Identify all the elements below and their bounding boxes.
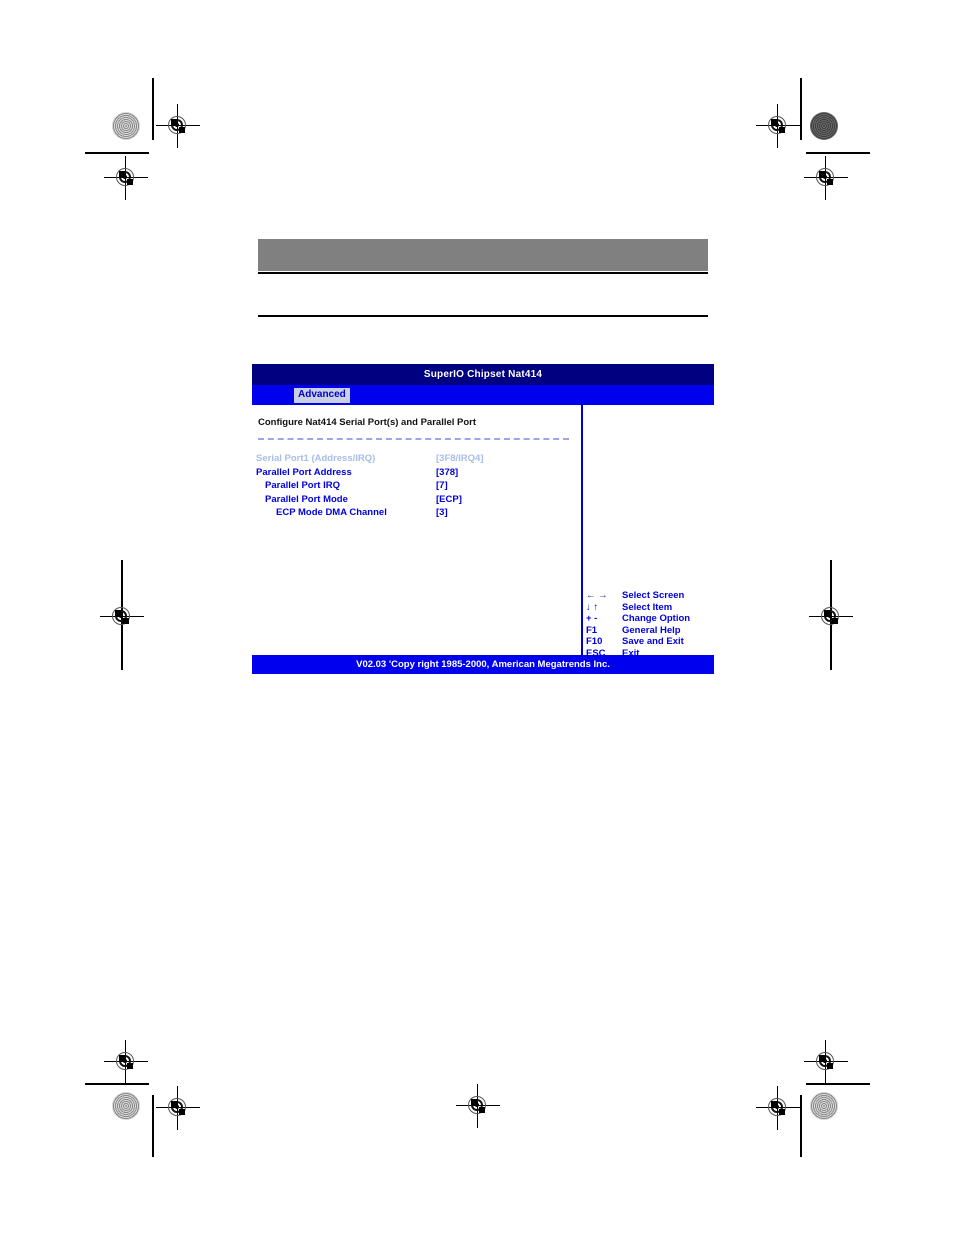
registration-mark-bl-lower — [156, 1086, 200, 1130]
registration-mark-br-lower — [756, 1086, 800, 1130]
bios-body: Configure Nat414 Serial Port(s) and Para… — [252, 405, 714, 659]
header-rule — [258, 272, 708, 274]
bios-key-description: Change Option — [622, 613, 691, 624]
registration-mark-tl-lower — [104, 156, 148, 200]
bios-key-description: Exit — [622, 647, 640, 659]
registration-mark-br-upper — [804, 1040, 848, 1084]
bios-key-legend-row: ← → Select Screen — [586, 590, 690, 602]
bios-key-description: General Help — [622, 624, 681, 636]
bios-help-pane: ← → Select Screen ↓ ↑ Select Item + - Change … — [583, 405, 714, 659]
bios-key-legend: ← → Select Screen ↓ ↑ Select Item + - Change … — [586, 590, 690, 659]
bios-options-pane: Configure Nat414 Serial Port(s) and Para… — [252, 405, 581, 655]
bios-title-bar: SuperIO Chipset Nat414 — [252, 364, 714, 385]
bios-option-row[interactable]: ECP Mode DMA Channel [3] — [256, 506, 581, 520]
registration-mark-bottom-center — [456, 1084, 500, 1128]
bios-option-label: Parallel Port Mode — [265, 493, 348, 505]
bios-key-legend-row: F10 Save and Exit — [586, 636, 690, 648]
color-registration-patch-br — [810, 1092, 838, 1120]
color-registration-patch-bl — [112, 1092, 140, 1120]
bios-option-row[interactable]: Parallel Port Mode [ECP] — [256, 493, 581, 507]
bios-option-label: Parallel Port Address — [256, 466, 352, 478]
bios-option-row[interactable]: Parallel Port Address [378] — [256, 466, 581, 480]
header-gray-band — [258, 239, 708, 271]
bios-key-combo: ESC — [586, 647, 606, 659]
bios-key-legend-row: ↓ ↑ Select Item — [586, 602, 690, 614]
bios-key-description: Select Screen — [622, 590, 685, 601]
crop-line-br-vertical — [800, 1095, 802, 1157]
bios-option-value[interactable]: [378] — [436, 466, 458, 480]
bios-option-value[interactable]: [7] — [436, 479, 448, 493]
section-rule — [258, 315, 708, 317]
bios-key-combo: F10 — [586, 636, 603, 647]
crop-line-tr-vertical — [800, 78, 802, 140]
bios-option-label: Serial Port1 (Address/IRQ) — [256, 453, 376, 464]
bios-option-value[interactable]: [3] — [436, 506, 448, 520]
tab-advanced[interactable]: Advanced — [294, 387, 350, 403]
bios-key-description: Select Item — [622, 601, 673, 613]
bios-key-combo: + - — [586, 613, 598, 624]
bios-key-combo: F1 — [586, 624, 598, 636]
bios-option-row: Serial Port1 (Address/IRQ) [3F8/IRQ4] — [256, 452, 581, 466]
registration-mark-tr-upper — [756, 104, 800, 148]
manual-page: SuperIO Chipset Nat414 Advanced Configur… — [0, 0, 954, 1235]
bios-key-combo: ← → — [586, 590, 608, 601]
bios-setup-window: SuperIO Chipset Nat414 Advanced Configur… — [251, 363, 715, 675]
bios-key-description: Save and Exit — [622, 636, 684, 647]
bios-copyright-text: V02.03 'Copy right 1985-2000, American M… — [356, 659, 610, 670]
bios-option-value[interactable]: [ECP] — [436, 493, 462, 507]
bios-option-value: [3F8/IRQ4] — [436, 453, 484, 464]
bios-title-text: SuperIO Chipset Nat414 — [423, 369, 543, 380]
crop-line-bl-vertical — [152, 1095, 154, 1157]
bios-key-legend-row: + - Change Option — [586, 613, 690, 625]
registration-mark-mid-right — [809, 595, 853, 639]
crop-line-tr-horizontal — [806, 152, 870, 154]
bios-option-row[interactable]: Parallel Port IRQ [7] — [256, 479, 581, 493]
bios-section-heading: Configure Nat414 Serial Port(s) and Para… — [258, 417, 477, 428]
color-registration-patch-tr — [810, 112, 838, 140]
crop-line-tl-vertical — [152, 78, 154, 140]
bios-option-list: Serial Port1 (Address/IRQ) [3F8/IRQ4] Para… — [256, 452, 581, 520]
bios-option-label: Parallel Port IRQ — [265, 480, 340, 491]
bios-option-label: ECP Mode DMA Channel — [276, 507, 387, 518]
registration-mark-tr-lower — [804, 156, 848, 200]
registration-mark-bl-upper — [104, 1040, 148, 1084]
registration-mark-tl-upper — [156, 104, 200, 148]
bios-key-combo: ↓ ↑ — [586, 601, 599, 613]
crop-line-tl-horizontal — [85, 152, 149, 154]
bios-menu-bar: Advanced — [252, 385, 714, 405]
bios-key-legend-row: F1 General Help — [586, 625, 690, 637]
bios-key-legend-row: ESC Exit — [586, 648, 690, 660]
registration-mark-mid-left — [100, 595, 144, 639]
color-registration-patch-tl — [112, 112, 140, 140]
bios-dashed-separator — [258, 438, 569, 440]
